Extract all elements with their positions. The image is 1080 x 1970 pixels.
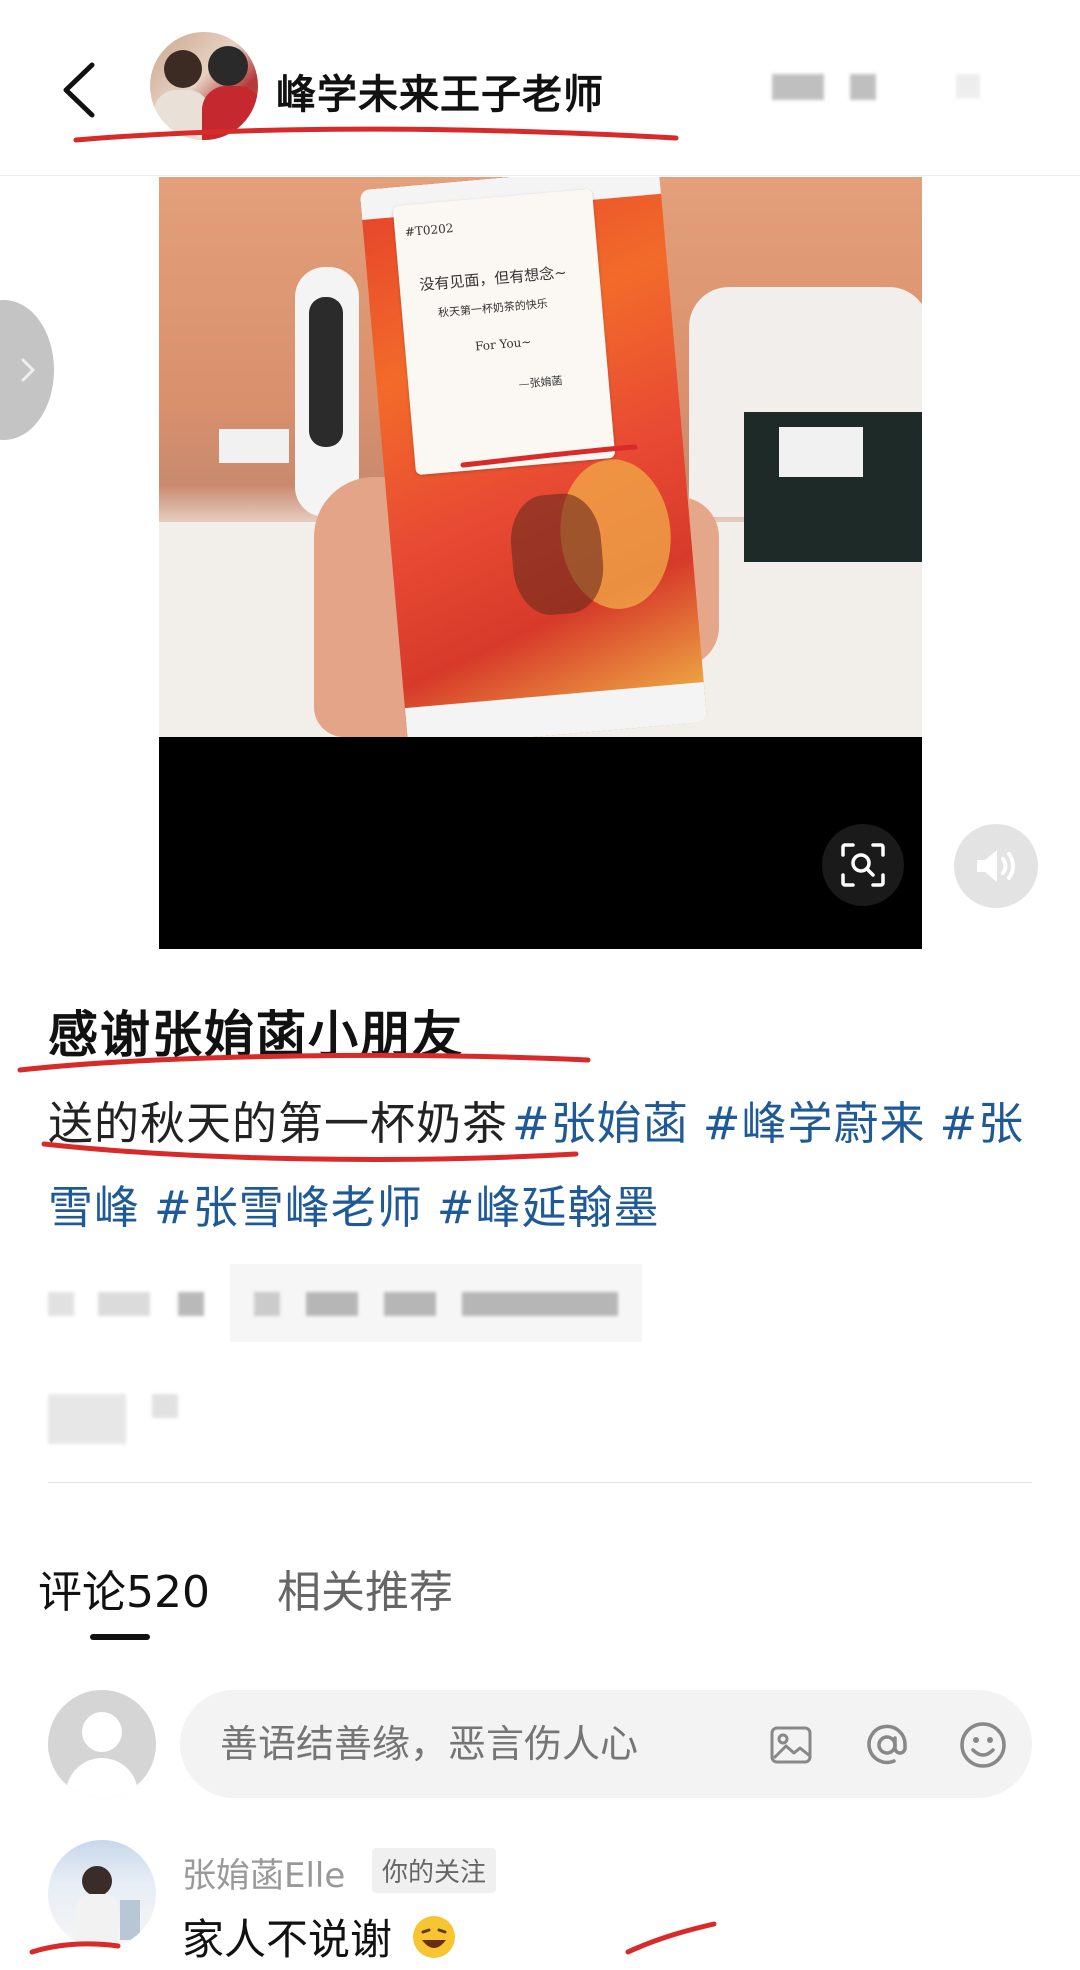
hashtag-link[interactable]: #峰延翰墨 [437, 1181, 660, 1234]
image-search-button[interactable] [822, 824, 904, 906]
note-card: #T0202 没有见面，但有想念~ 秋天第一杯奶茶的快乐 For You~ —张… [392, 188, 616, 476]
side-expand-tab[interactable] [0, 300, 54, 440]
image-attach-button[interactable] [766, 1720, 816, 1770]
blurred-stats [152, 1394, 178, 1418]
my-avatar [48, 1690, 156, 1798]
active-tab-indicator [90, 1634, 150, 1640]
chevron-right-icon [21, 358, 36, 382]
tab-related[interactable]: 相关推荐 [277, 1556, 453, 1620]
blurred-meta [48, 1292, 74, 1316]
section-divider [48, 1482, 1032, 1483]
comment-underline [29, 1921, 717, 1955]
following-badge: 你的关注 [372, 1848, 497, 1893]
smiley-icon [960, 1722, 1006, 1768]
scan-search-icon [841, 843, 885, 887]
speaker-icon [977, 850, 1015, 882]
post-photo: #T0202 没有见面，但有想念~ 秋天第一杯奶茶的快乐 For You~ —张… [159, 177, 922, 737]
emoji-button[interactable] [958, 1720, 1008, 1770]
back-arrow-icon [63, 62, 95, 118]
blurred-follow-button[interactable] [772, 74, 824, 100]
author-name[interactable]: 峰学未来王子老师 [276, 62, 604, 120]
mention-button[interactable] [862, 1720, 912, 1770]
blurred-meta [178, 1292, 204, 1316]
hashtag-link[interactable]: #峰学蔚来 [703, 1097, 926, 1150]
commenter-username[interactable]: 张姢菡Elle [182, 1848, 345, 1897]
title-underline [17, 1052, 591, 1073]
note-underline [460, 444, 638, 468]
blurred-meta [98, 1292, 150, 1316]
blurred-stats [48, 1394, 126, 1444]
blurred-share-icon[interactable] [850, 74, 876, 100]
blurred-more-icon[interactable] [956, 74, 980, 98]
body-underline [41, 1141, 579, 1162]
author-name-underline [73, 126, 679, 143]
hashtag-link[interactable]: #张雪峰老师 [154, 1181, 423, 1234]
tab-comments[interactable]: 评论520 [38, 1556, 210, 1620]
at-sign-icon [867, 1724, 907, 1765]
sound-toggle-button[interactable] [954, 824, 1038, 908]
image-icon [770, 1726, 812, 1764]
post-media[interactable]: #T0202 没有见面，但有想念~ 秋天第一杯奶茶的快乐 For You~ —张… [159, 177, 922, 949]
blurred-location-chip[interactable] [230, 1264, 642, 1342]
